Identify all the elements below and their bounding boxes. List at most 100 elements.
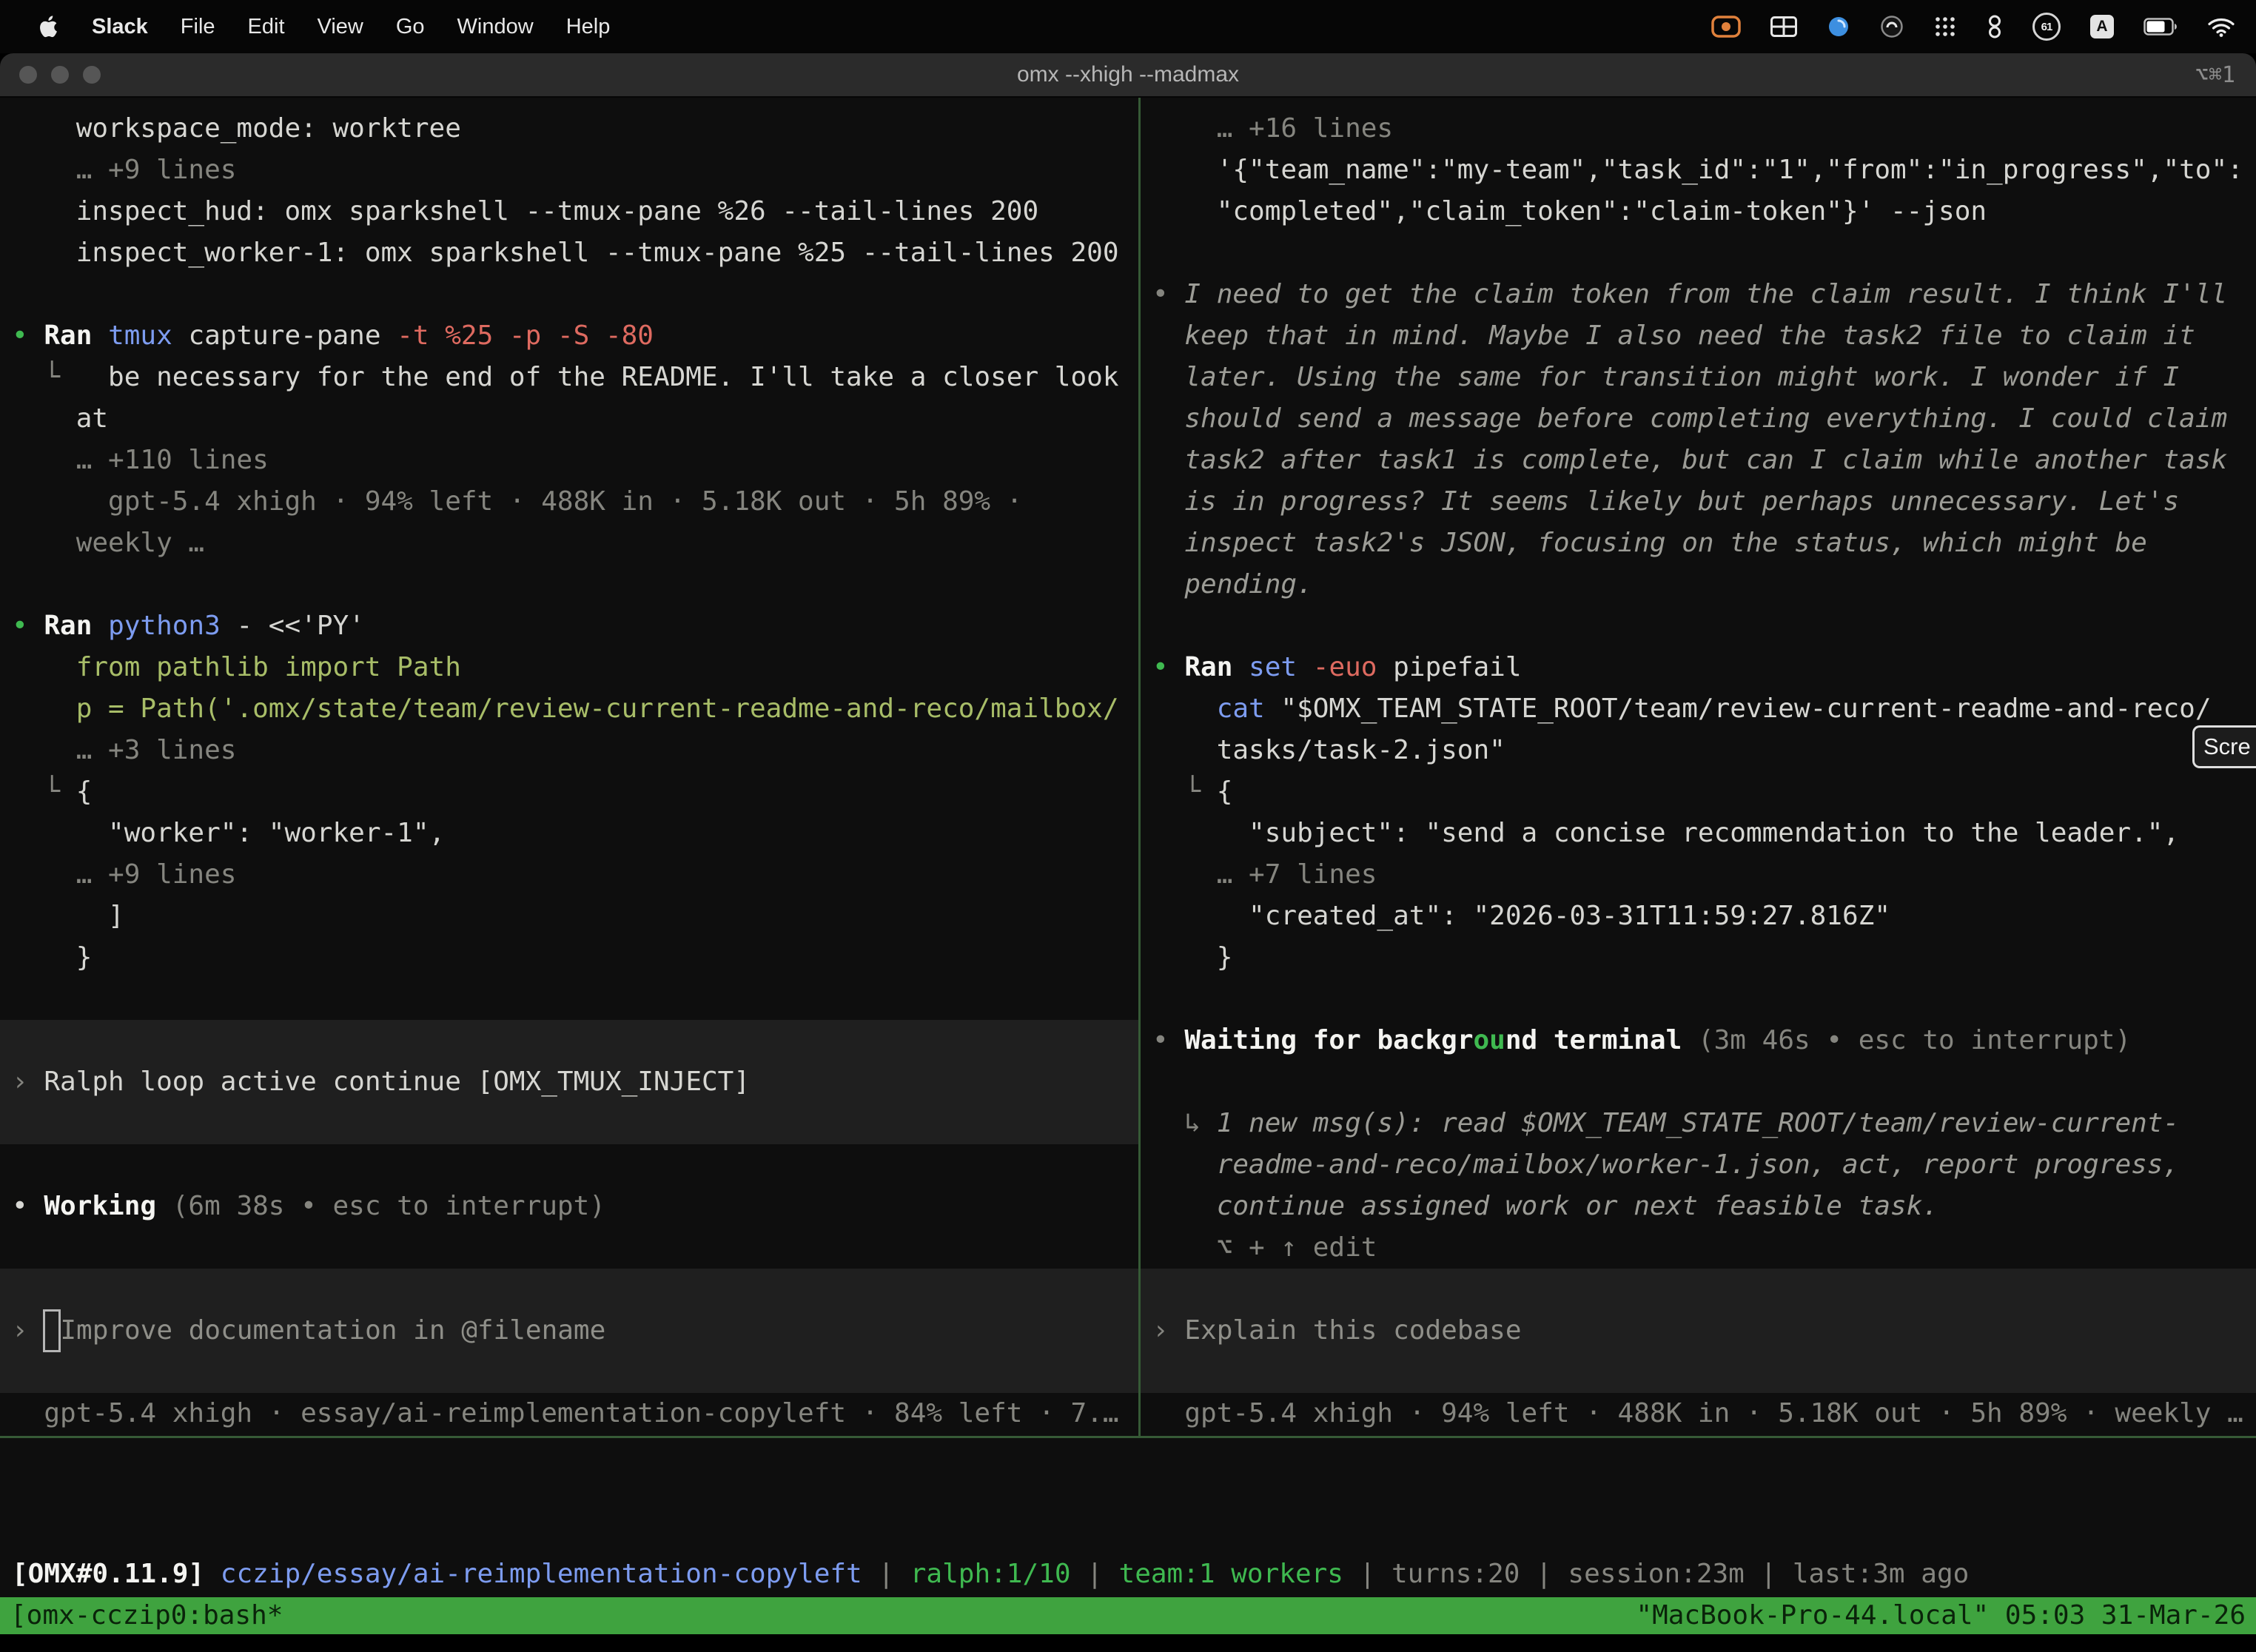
menu-edit[interactable]: Edit [232,15,301,38]
menu-go[interactable]: Go [380,15,441,38]
text-segment [1152,1191,1217,1221]
menu-help[interactable]: Help [550,15,627,38]
window-shortcut-hint: ⌥⌘1 [2195,62,2256,88]
menu-file[interactable]: File [164,15,232,38]
terminal-window: omx --xhigh --madmax ⌥⌘1 workspace_mode:… [0,53,2256,1652]
dark-app-icon[interactable] [1880,15,1904,38]
close-button[interactable] [19,66,37,84]
text-segment: from pathlib import Path [12,652,461,682]
text-segment: • [1152,652,1184,682]
text-segment [1152,1149,1217,1180]
terminal-line: '{"team_name":"my-team","task_id":"1","f… [1152,150,2256,191]
terminal-line: └ { [12,771,1138,813]
terminal-line: } [12,937,1138,978]
wifi-icon[interactable] [2207,16,2235,37]
terminal-line [12,1144,1138,1186]
text-segment: -euo [1313,652,1393,682]
output-block: workspace_mode: worktree … +9 lines insp… [12,108,1138,1020]
text-segment: nd terminal [1505,1025,1698,1055]
text-segment: └ [12,362,108,392]
recording-indicator-icon[interactable] [1711,16,1741,38]
text-segment: at [12,403,108,434]
composer-input-box[interactable]: › Explain this codebase [1141,1269,2256,1393]
terminal-line: task2 after task1 is complete, but can I… [1152,440,2256,481]
text-segment: "created_at": "2026-03-31T11:59:27.816Z" [1152,901,1890,931]
text-segment: Improve documentation in @filename [60,1315,605,1346]
text-segment: ] [12,901,124,931]
right-pane[interactable]: … +16 lines '{"team_name":"my-team","tas… [1141,98,2256,1436]
battery-icon[interactable] [2143,18,2178,36]
text-segment: team:1 workers [1119,1559,1343,1589]
hud-pane[interactable]: [OMX#0.11.9] cczip/essay/ai-reimplementa… [0,1438,2256,1597]
text-segment [1152,694,1217,724]
text-segment: Explain this codebase [1184,1315,1521,1346]
screen-popup-label: Scre [2203,733,2251,760]
text-segment: (6m 38s • esc to interrupt) [172,1191,605,1221]
menu-bar-left: Slack FileEditViewGoWindowHelp [21,15,626,39]
text-segment: └ [1152,776,1217,807]
terminal-line: … +110 lines [12,440,1138,481]
text-segment: | [1071,1559,1119,1589]
text-segment: { [76,776,93,807]
text-segment: task2 after task1 is complete, but can I… [1184,445,2227,475]
terminal-line: … +3 lines [12,730,1138,771]
dots-grid-icon[interactable] [1933,15,1957,38]
left-pane[interactable]: workspace_mode: worktree … +9 lines insp… [0,98,1138,1436]
screen-popup[interactable]: Scre [2192,725,2256,768]
text-segment: gpt-5.4 xhigh · 94% left · 488K in · 5.1… [12,486,1022,517]
text-segment: "$OMX_TEAM_STATE_ROOT/team/review-curren… [1280,694,2211,724]
minimize-button[interactable] [51,66,69,84]
grid-icon[interactable] [1770,16,1797,37]
terminal-line: gpt-5.4 xhigh · essay/ai-reimplementatio… [12,1393,1138,1434]
text-segment: Ran [44,611,108,641]
text-segment: p = Path('.omx/state/team/review-current… [12,694,1119,724]
terminal-line [12,274,1138,315]
ralph-status-box[interactable]: › Ralph loop active continue [OMX_TMUX_I… [0,1020,1138,1144]
text-segment: } [12,942,92,973]
terminal-line: › Improve documentation in @filename [12,1310,1138,1352]
output-block: • Working (6m 38s • esc to interrupt) [12,1144,1138,1269]
input-source-icon-label: A [2096,18,2107,36]
text-segment: should send a message before completing … [1184,403,2227,434]
rings-icon[interactable] [1987,14,2003,39]
text-segment: cat [1217,694,1281,724]
active-app-name[interactable]: Slack [75,15,164,39]
terminal-line: later. Using the same for transition mig… [1152,357,2256,398]
window-titlebar[interactable]: omx --xhigh --madmax ⌥⌘1 [0,53,2256,98]
terminal-line: "completed","claim_token":"claim-token"}… [1152,191,2256,232]
text-segment: I need to get the claim token from the c… [1184,279,2227,309]
text-segment: -t %25 -p -S -80 [397,320,654,351]
hud-status-line: [OMX#0.11.9] cczip/essay/ai-reimplementa… [12,1554,2256,1595]
text-segment: Ran [1184,652,1249,682]
screen: Slack FileEditViewGoWindowHelp 61 A omx -… [0,0,2256,1652]
text-segment: "subject": "send a concise recommendatio… [1152,818,2179,848]
text-segment: … +110 lines [12,445,269,475]
text-segment: › [12,1067,44,1097]
text-segment: └ [12,776,76,807]
apple-menu-icon[interactable] [21,15,75,38]
menu-window[interactable]: Window [441,15,550,38]
pane-footer: gpt-5.4 xhigh · 94% left · 488K in · 5.1… [1152,1393,2256,1434]
text-segment: • [12,320,44,351]
text-segment: weekly … [12,528,204,558]
text-segment: inspect_worker-1: omx sparkshell --tmux-… [12,238,1119,268]
zoom-button[interactable] [83,66,101,84]
composer-input-box[interactable]: › Improve documentation in @filename [0,1269,1138,1393]
terminal-line: from pathlib import Path [12,647,1138,688]
gauge-icon[interactable]: 61 [2032,13,2061,41]
terminal-line: › Explain this codebase [1152,1310,2256,1352]
input-source-icon[interactable]: A [2090,15,2114,38]
text-segment: Working [44,1191,172,1221]
terminal-line: • Waiting for background terminal (3m 46… [1152,1020,2256,1061]
terminal-line: … +16 lines [1152,108,2256,150]
terminal-line: "subject": "send a concise recommendatio… [1152,813,2256,854]
blue-app-icon[interactable] [1827,15,1850,38]
text-segment: | [862,1559,910,1589]
terminal-line: weekly … [12,523,1138,564]
terminal-line: • Working (6m 38s • esc to interrupt) [12,1186,1138,1227]
terminal-line: continue assigned work or next feasible … [1152,1186,2256,1227]
menu-view[interactable]: View [301,15,380,38]
terminal-line: inspect_worker-1: omx sparkshell --tmux-… [12,232,1138,274]
text-segment: … +16 lines [1152,113,1393,144]
terminal-line: └ { [1152,771,2256,813]
